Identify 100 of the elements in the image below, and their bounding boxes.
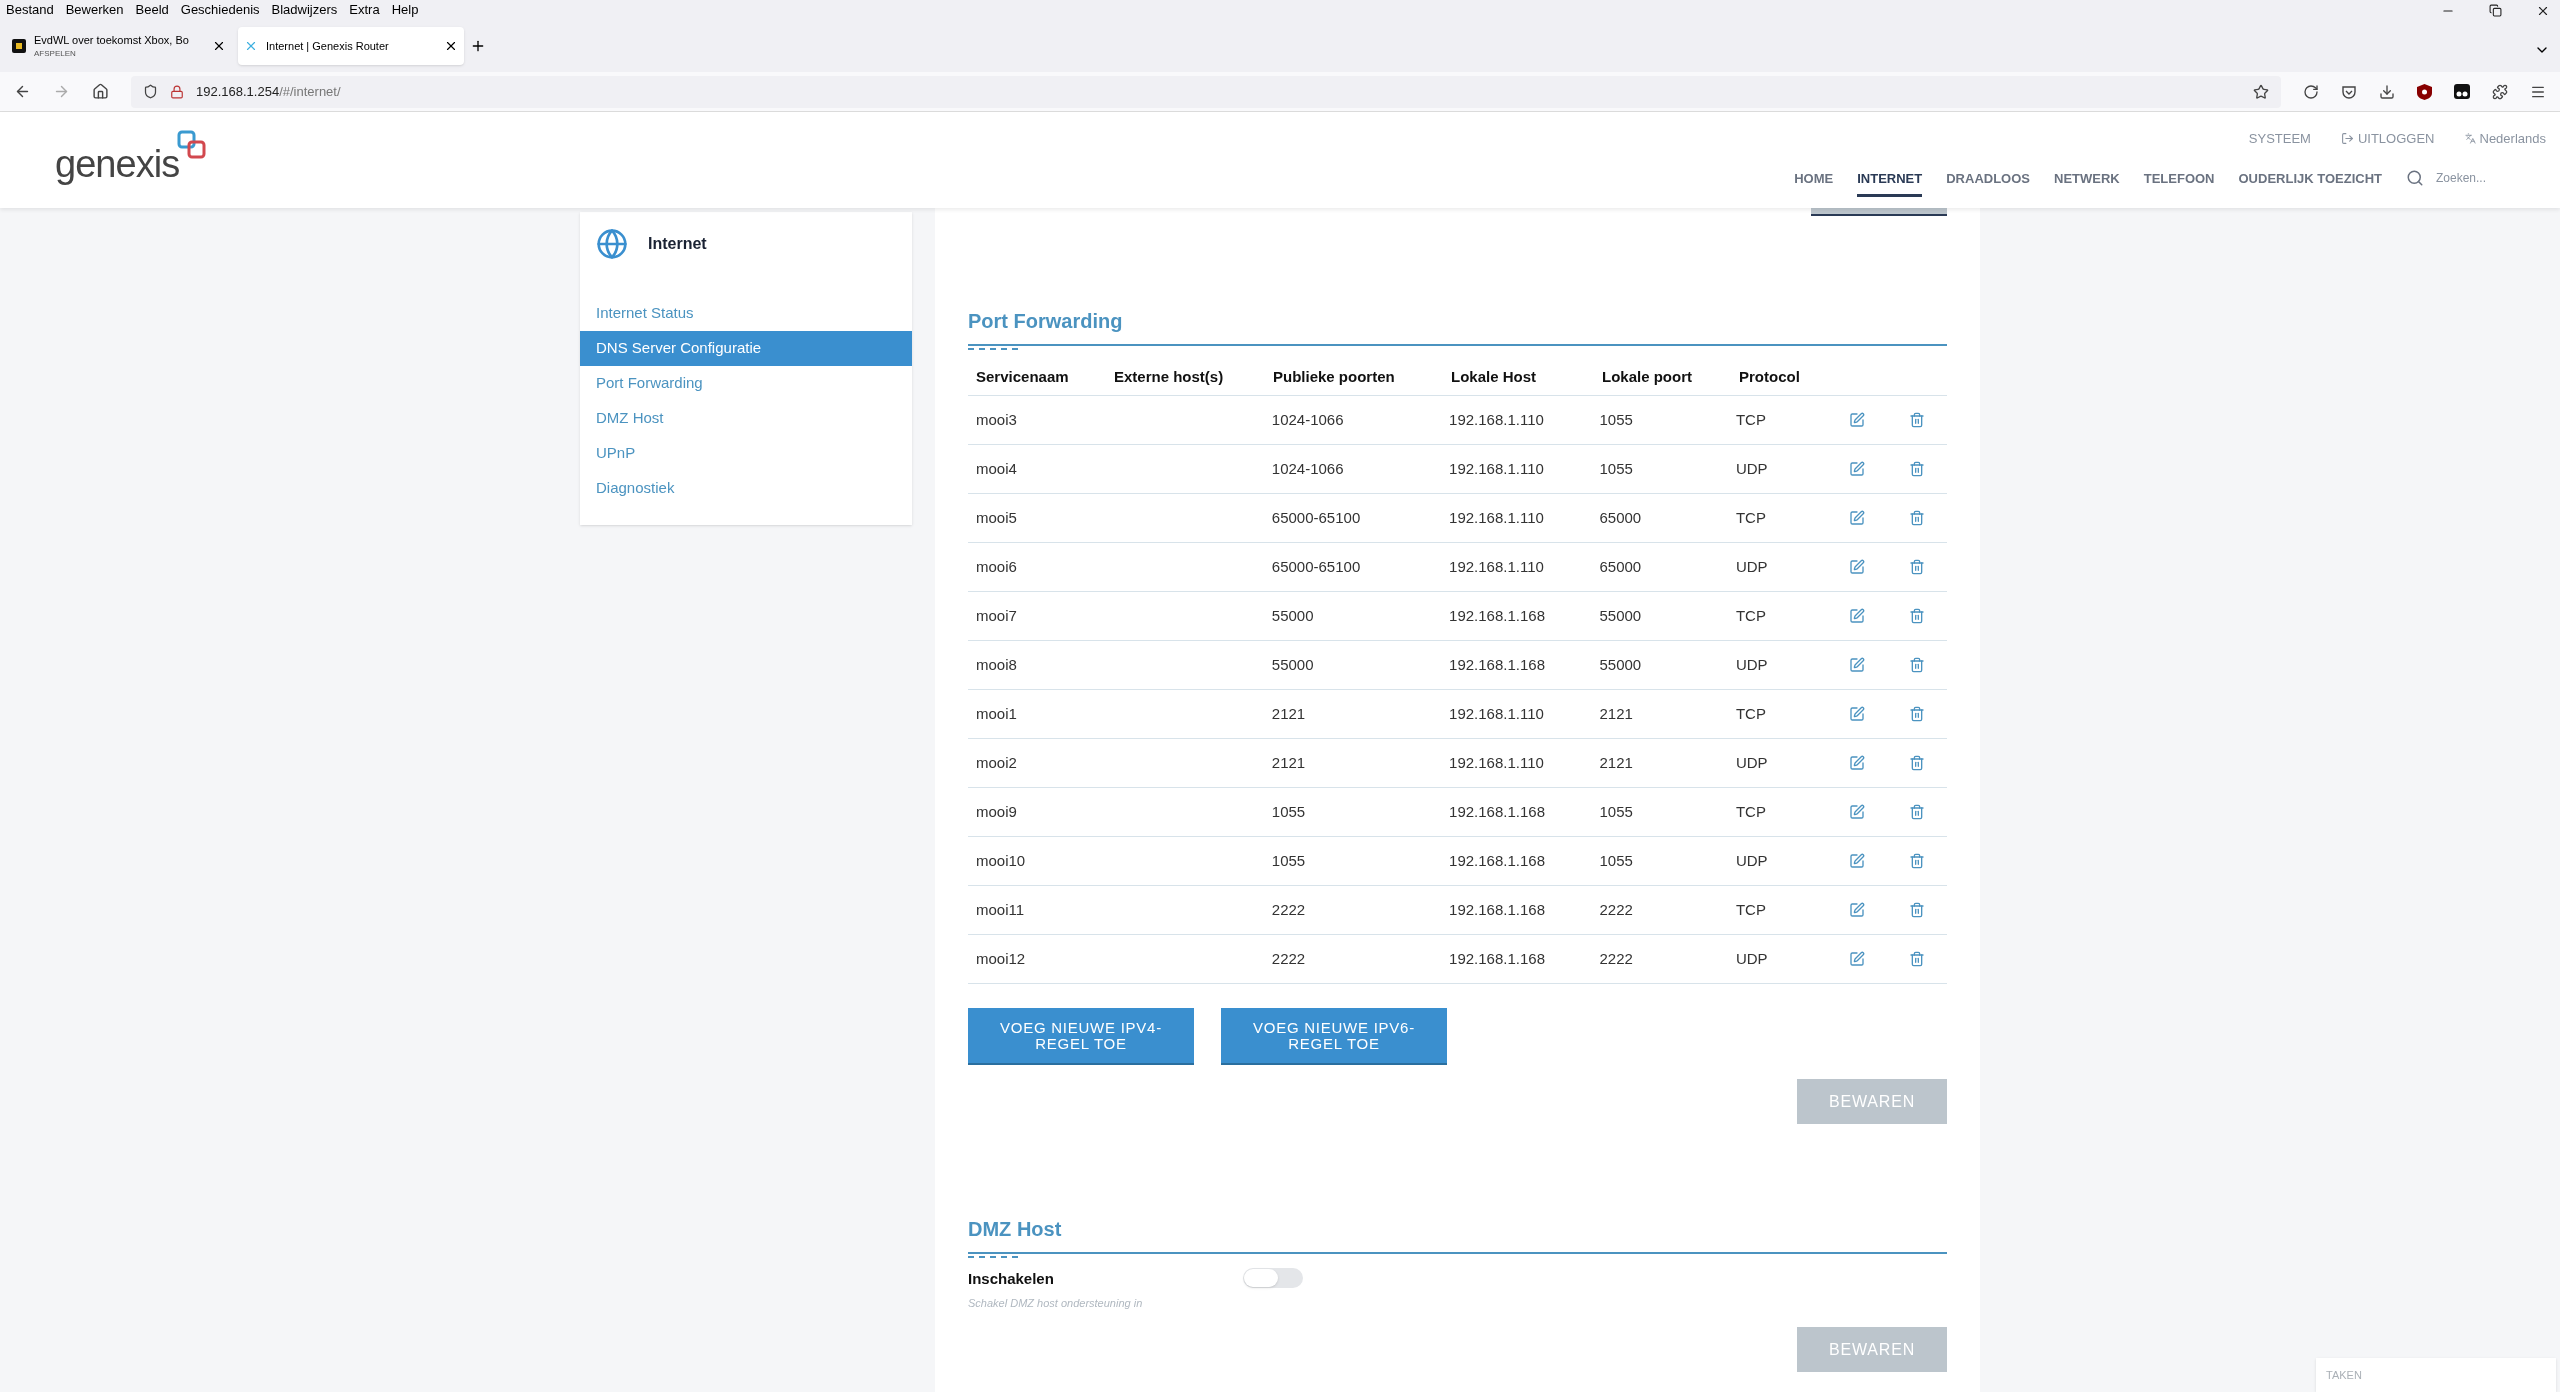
column-header: Servicenaam <box>975 367 1070 388</box>
nav-tab[interactable]: NETWERK <box>2054 162 2120 197</box>
delete-icon[interactable] <box>1909 902 1926 918</box>
edit-icon[interactable] <box>1849 755 1866 771</box>
table-cell: 1055 <box>1599 851 1633 869</box>
menu-item[interactable]: Beeld <box>135 0 169 20</box>
menu-item[interactable]: Help <box>391 0 419 20</box>
toggle-label: Inschakelen <box>968 1269 1055 1289</box>
delete-icon[interactable] <box>1909 608 1926 624</box>
edit-icon[interactable] <box>1849 510 1866 526</box>
table-cell: 1024-1066 <box>1271 459 1344 477</box>
nav-tab[interactable]: OUDERLIJK TOEZICHT <box>2238 162 2382 197</box>
forward-icon[interactable] <box>53 83 70 100</box>
table-cell: mooi5 <box>976 508 1017 526</box>
browser-tab[interactable]: EvdWL over toekomst Xbox, Bo AFSPELEN <box>6 27 232 65</box>
nav-tab[interactable]: HOME <box>1794 162 1834 197</box>
delete-icon[interactable] <box>1909 853 1926 869</box>
logo[interactable]: genexis <box>55 130 208 186</box>
restore-icon[interactable] <box>2489 4 2502 17</box>
table-cell: 192.168.1.110 <box>1449 557 1544 575</box>
tab-title: Internet | Genexis Router <box>266 38 390 54</box>
delete-icon[interactable] <box>1909 461 1926 477</box>
table-cell: 55000 <box>1599 655 1642 673</box>
browser-tab[interactable]: Internet | Genexis Router <box>238 27 464 65</box>
reload-icon[interactable] <box>2303 83 2319 100</box>
toggle-switch[interactable] <box>1243 1268 1303 1288</box>
table-cell: 192.168.1.168 <box>1449 851 1545 869</box>
delete-icon[interactable] <box>1909 559 1926 575</box>
menu-item[interactable]: Bestand <box>6 0 54 20</box>
table-cell: 192.168.1.110 <box>1449 459 1544 477</box>
table-cell: UDP <box>1735 753 1768 771</box>
column-header: Publieke poorten <box>1272 367 1396 388</box>
menu-item[interactable]: Bladwijzers <box>271 0 338 20</box>
sidebar-item[interactable]: Port Forwarding <box>580 366 912 401</box>
extension-icon[interactable] <box>2454 84 2470 99</box>
download-icon[interactable] <box>2379 83 2395 100</box>
globe-icon <box>596 228 628 260</box>
nav-tab[interactable]: TELEFOON <box>2143 162 2215 197</box>
shield-icon[interactable] <box>2417 83 2432 100</box>
table-cell: 65000 <box>1599 508 1642 526</box>
header-link[interactable]: SYSTEEM <box>2248 129 2311 149</box>
sidebar-item[interactable]: Diagnostiek <box>580 471 912 506</box>
add-rule-button[interactable]: VOEG NIEUWE IPV4-REGEL TOE <box>968 1008 1194 1065</box>
search-icon[interactable] <box>2406 168 2424 187</box>
close-icon[interactable] <box>444 39 458 53</box>
column-header: Lokale poort <box>1601 367 1693 388</box>
close-icon[interactable] <box>2536 4 2550 18</box>
delete-icon[interactable] <box>1909 951 1926 967</box>
sidebar-item[interactable]: UPnP <box>580 436 912 471</box>
table-cell: 192.168.1.168 <box>1449 655 1545 673</box>
star-icon[interactable] <box>2253 83 2269 100</box>
address-field[interactable]: 192.168.1.254/#/internet/ <box>196 81 341 102</box>
table-cell: mooi1 <box>976 704 1017 722</box>
edit-icon[interactable] <box>1849 902 1866 918</box>
table-cell: 2121 <box>1599 704 1633 722</box>
delete-icon[interactable] <box>1909 657 1926 673</box>
edit-icon[interactable] <box>1849 706 1866 722</box>
edit-icon[interactable] <box>1849 608 1866 624</box>
menu-item[interactable]: Bewerken <box>65 0 124 20</box>
nav-tab[interactable]: INTERNET <box>1857 162 1923 197</box>
menu-item[interactable]: Geschiedenis <box>180 0 260 20</box>
table-cell: UDP <box>1735 851 1768 869</box>
tasks-field[interactable]: TAKEN <box>2316 1358 2556 1392</box>
puzzle-icon[interactable] <box>2492 83 2508 100</box>
sidebar-item[interactable]: DNS Server Configuratie <box>580 331 912 366</box>
table-cell: mooi2 <box>976 753 1017 771</box>
delete-icon[interactable] <box>1909 706 1926 722</box>
language-icon <box>2464 133 2476 145</box>
pocket-icon[interactable] <box>2341 83 2357 100</box>
header-link[interactable]: Nederlands <box>2464 129 2546 149</box>
table-cell: 65000-65100 <box>1271 557 1361 575</box>
edit-icon[interactable] <box>1849 804 1866 820</box>
close-icon[interactable] <box>212 39 226 53</box>
nav-tab[interactable]: DRAADLOOS <box>1946 162 2030 197</box>
table-cell: 1055 <box>1599 802 1633 820</box>
add-rule-button[interactable]: VOEG NIEUWE IPV6-REGEL TOE <box>1221 1008 1447 1065</box>
search-field[interactable]: Zoeken... <box>2436 168 2516 187</box>
delete-icon[interactable] <box>1909 510 1926 526</box>
sidebar-item[interactable]: DMZ Host <box>580 401 912 436</box>
edit-icon[interactable] <box>1849 461 1866 477</box>
header-link[interactable]: UITLOGGEN <box>2340 129 2435 149</box>
edit-icon[interactable] <box>1849 853 1866 869</box>
edit-icon[interactable] <box>1849 412 1866 428</box>
delete-icon[interactable] <box>1909 804 1926 820</box>
table-cell: 65000 <box>1599 557 1642 575</box>
edit-icon[interactable] <box>1849 951 1866 967</box>
delete-icon[interactable] <box>1909 755 1926 771</box>
delete-icon[interactable] <box>1909 412 1926 428</box>
new-tab-icon[interactable] <box>470 38 486 54</box>
section-title: Port Forwarding <box>968 310 1123 332</box>
home-icon[interactable] <box>92 83 109 100</box>
back-icon[interactable] <box>14 83 31 100</box>
menu-item[interactable]: Extra <box>349 0 380 20</box>
table-cell: 2222 <box>1599 949 1633 967</box>
table-cell: TCP <box>1735 802 1766 820</box>
edit-icon[interactable] <box>1849 559 1866 575</box>
table-cell: mooi11 <box>976 900 1025 918</box>
table-cell: 55000 <box>1271 606 1314 624</box>
sidebar-item[interactable]: Internet Status <box>580 296 912 331</box>
edit-icon[interactable] <box>1849 657 1866 673</box>
